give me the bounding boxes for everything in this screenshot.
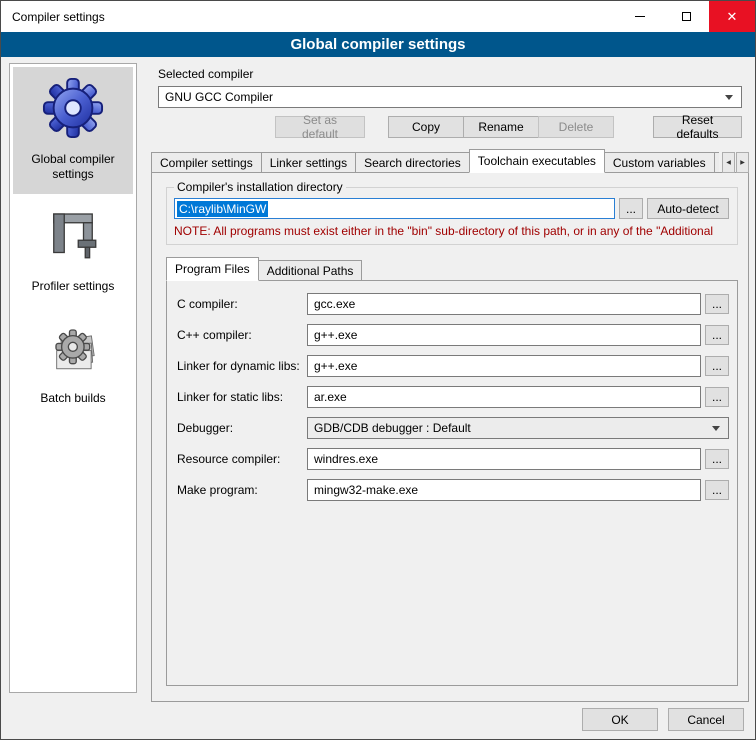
gray-gear-stack-icon: [41, 315, 105, 379]
main-content: Selected compiler GNU GCC Compiler Set a…: [151, 57, 749, 702]
settings-tabbar: Compiler settings Linker settings Search…: [151, 149, 749, 173]
cpp-compiler-browse-button[interactable]: ...: [705, 325, 729, 345]
tabstrip: Compiler settings Linker settings Search…: [151, 149, 719, 173]
sidebar-item-global-compiler-settings[interactable]: Global compiler settings: [13, 67, 133, 194]
c-compiler-label: C compiler:: [177, 297, 307, 311]
selected-compiler-combobox[interactable]: GNU GCC Compiler: [158, 86, 742, 108]
debugger-select[interactable]: GDB/CDB debugger : Default: [307, 417, 729, 439]
installation-directory-value: C:\raylib\MinGW: [177, 201, 268, 217]
static-linker-browse-button[interactable]: ...: [705, 387, 729, 407]
delete-button[interactable]: Delete: [538, 116, 614, 138]
tab-scroll-left-button[interactable]: ◀: [722, 152, 735, 173]
dynamic-linker-input[interactable]: g++.exe: [307, 355, 701, 377]
cancel-button[interactable]: Cancel: [668, 708, 744, 731]
toolchain-executables-panel: Compiler's installation directory C:\ray…: [151, 172, 749, 702]
resource-compiler-browse-button[interactable]: ...: [705, 449, 729, 469]
maximize-button[interactable]: [663, 1, 709, 32]
c-compiler-browse-button[interactable]: ...: [705, 294, 729, 314]
resource-compiler-row: Resource compiler: windres.exe ...: [177, 448, 729, 470]
c-compiler-row: C compiler: gcc.exe ...: [177, 293, 729, 315]
sidebar-item-label: Profiler settings: [32, 279, 115, 294]
dialog-footer: OK Cancel: [582, 708, 744, 731]
titlebar: Compiler settings ✕: [1, 1, 755, 32]
installation-directory-label: Compiler's installation directory: [174, 180, 346, 194]
tab-scroll-right-button[interactable]: ▶: [736, 152, 749, 173]
sidebar-item-label: Batch builds: [40, 391, 105, 406]
installation-directory-groupbox: Compiler's installation directory C:\ray…: [166, 187, 738, 245]
tab-additional-paths[interactable]: Additional Paths: [258, 260, 363, 281]
minimize-button[interactable]: [617, 1, 663, 32]
make-program-row: Make program: mingw32-make.exe ...: [177, 479, 729, 501]
cpp-compiler-label: C++ compiler:: [177, 328, 307, 342]
ok-button[interactable]: OK: [582, 708, 658, 731]
resource-compiler-value: windres.exe: [314, 452, 378, 466]
program-files-panel: C compiler: gcc.exe ... C++ compiler: g+…: [166, 280, 738, 686]
settings-category-list: Global compiler settings Profiler se: [9, 63, 137, 693]
window-title: Compiler settings: [1, 1, 617, 32]
resource-compiler-label: Resource compiler:: [177, 452, 307, 466]
tab-linker-settings[interactable]: Linker settings: [261, 152, 356, 173]
installation-directory-browse-button[interactable]: ...: [619, 198, 643, 219]
dynamic-linker-label: Linker for dynamic libs:: [177, 359, 307, 373]
bin-subdirectory-note: NOTE: All programs must exist either in …: [174, 224, 729, 238]
static-linker-value: ar.exe: [314, 390, 347, 404]
tab-build-options[interactable]: Buil: [714, 152, 719, 173]
installation-directory-input[interactable]: C:\raylib\MinGW: [174, 198, 615, 219]
close-button[interactable]: ✕: [709, 1, 755, 32]
cpp-compiler-row: C++ compiler: g++.exe ...: [177, 324, 729, 346]
static-linker-input[interactable]: ar.exe: [307, 386, 701, 408]
compiler-actions: Set as default Copy Rename Delete Reset …: [151, 116, 742, 138]
static-linker-label: Linker for static libs:: [177, 390, 307, 404]
installation-directory-row: C:\raylib\MinGW ... Auto-detect: [174, 198, 729, 219]
static-linker-row: Linker for static libs: ar.exe ...: [177, 386, 729, 408]
maximize-icon: [682, 12, 691, 21]
clamp-tool-icon: [41, 203, 105, 267]
set-as-default-button[interactable]: Set as default: [275, 116, 365, 138]
chevron-down-icon: [725, 95, 733, 100]
dialog-body: Global compiler settings Profiler se: [1, 57, 755, 739]
copy-button[interactable]: Copy: [388, 116, 464, 138]
make-program-input[interactable]: mingw32-make.exe: [307, 479, 701, 501]
close-icon: ✕: [727, 9, 738, 25]
auto-detect-button[interactable]: Auto-detect: [647, 198, 729, 219]
page-title: Global compiler settings: [1, 32, 755, 57]
debugger-row: Debugger: GDB/CDB debugger : Default: [177, 417, 729, 439]
dynamic-linker-row: Linker for dynamic libs: g++.exe ...: [177, 355, 729, 377]
dynamic-linker-value: g++.exe: [314, 359, 357, 373]
c-compiler-value: gcc.exe: [314, 297, 355, 311]
tab-scroll-buttons: ◀ ▶: [721, 152, 749, 173]
sidebar-item-profiler-settings[interactable]: Profiler settings: [13, 194, 133, 306]
cpp-compiler-input[interactable]: g++.exe: [307, 324, 701, 346]
blue-gear-icon: [41, 76, 105, 140]
selected-compiler-value: GNU GCC Compiler: [165, 90, 273, 104]
compiler-settings-dialog: Compiler settings ✕ Global compiler sett…: [0, 0, 756, 740]
tab-scroll-right-icon: ▶: [740, 159, 745, 166]
sidebar-item-batch-builds[interactable]: Batch builds: [13, 306, 133, 418]
tab-compiler-settings[interactable]: Compiler settings: [151, 152, 262, 173]
chevron-down-icon: [712, 426, 720, 431]
c-compiler-input[interactable]: gcc.exe: [307, 293, 701, 315]
resource-compiler-input[interactable]: windres.exe: [307, 448, 701, 470]
minimize-icon: [635, 16, 645, 17]
tab-toolchain-executables[interactable]: Toolchain executables: [469, 149, 605, 173]
tab-custom-variables[interactable]: Custom variables: [604, 152, 715, 173]
tab-search-directories[interactable]: Search directories: [355, 152, 470, 173]
dynamic-linker-browse-button[interactable]: ...: [705, 356, 729, 376]
cpp-compiler-value: g++.exe: [314, 328, 357, 342]
make-program-browse-button[interactable]: ...: [705, 480, 729, 500]
reset-defaults-button[interactable]: Reset defaults: [653, 116, 742, 138]
program-files-tabbar: Program Files Additional Paths: [166, 257, 738, 281]
make-program-value: mingw32-make.exe: [314, 483, 418, 497]
selected-compiler-label: Selected compiler: [158, 67, 742, 81]
tab-scroll-left-icon: ◀: [726, 159, 731, 166]
tab-program-files[interactable]: Program Files: [166, 257, 259, 281]
debugger-label: Debugger:: [177, 421, 307, 435]
make-program-label: Make program:: [177, 483, 307, 497]
rename-button[interactable]: Rename: [463, 116, 539, 138]
debugger-value: GDB/CDB debugger : Default: [314, 421, 471, 435]
sidebar-item-label: Global compiler settings: [15, 152, 131, 182]
